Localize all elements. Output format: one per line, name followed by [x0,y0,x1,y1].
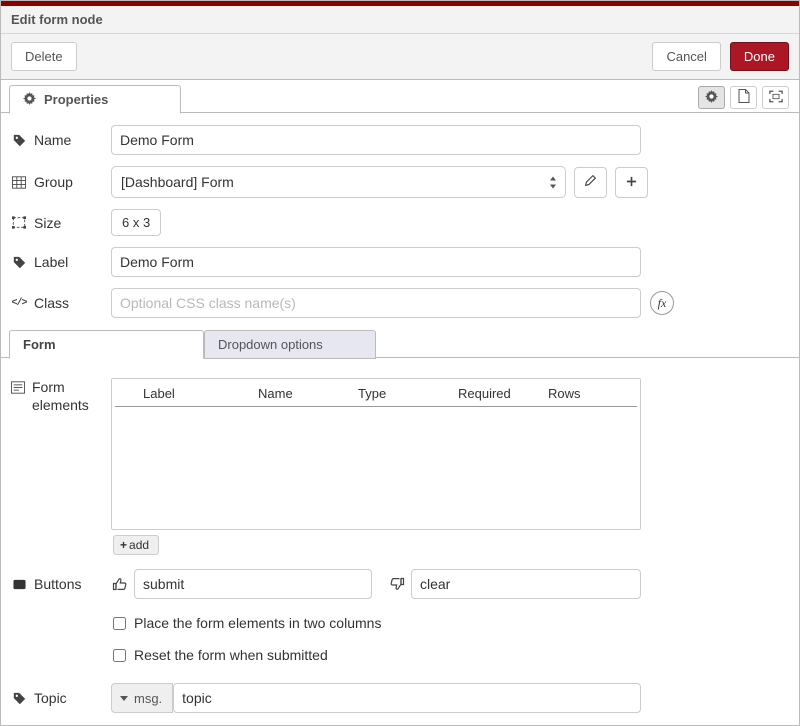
buttons-label-group: Buttons [11,576,111,592]
class-row: </> Class fx [11,288,789,318]
dialog-title: Edit form node [1,1,799,34]
tab-row-icons [698,86,789,109]
code-icon: </> [11,298,27,309]
thumbs-down-icon [388,576,406,592]
add-element-button[interactable]: + add [113,535,159,555]
column-header: Required [458,386,548,401]
form-elements-label-group: Form elements [11,378,111,414]
buttons-label: Buttons [34,576,81,592]
gear-icon [705,90,718,106]
topic-type-button[interactable]: msg. [111,683,173,713]
name-label-group: Name [11,132,111,148]
subtab-form[interactable]: Form [9,330,204,359]
column-header: Label [143,386,258,401]
pencil-icon [584,174,597,190]
tag-icon [11,692,27,705]
class-input[interactable] [111,288,641,318]
topic-label: Topic [34,690,67,706]
size-row: Size 6 x 3 [11,209,789,236]
group-select[interactable]: [Dashboard] Form [111,166,566,198]
topic-typed-input: msg. [111,683,641,713]
label-row: Label [11,247,789,277]
label-label-group: Label [11,254,111,270]
table-icon [11,176,27,189]
class-label-group: </> Class [11,295,111,311]
plus-icon [626,174,637,190]
add-group-button[interactable] [615,167,648,198]
subtab-form-label: Form [23,337,56,352]
form-subtab-row: Form Dropdown options [1,329,799,358]
document-icon [738,89,750,106]
size-label: Size [34,215,61,231]
tag-icon [11,134,27,147]
tag-icon [11,256,27,269]
two-columns-label: Place the form elements in two columns [134,615,381,631]
subtab-dropdown-options[interactable]: Dropdown options [204,330,376,359]
topic-row: Topic msg. [11,683,789,713]
node-description-button[interactable] [730,86,757,109]
gear-icon [23,92,36,108]
tab-properties-label: Properties [44,92,108,107]
button-icon [11,578,27,591]
class-label: Class [34,295,69,311]
topic-label-group: Topic [11,690,111,706]
appearance-icon [769,90,783,106]
delete-button[interactable]: Delete [11,42,77,71]
properties-content: Name Group [Dashboard] Form [1,113,799,318]
form-elements-list[interactable]: Label Name Type Required Rows [111,378,641,530]
node-appearance-button[interactable] [762,86,789,109]
name-row: Name [11,125,789,155]
toolbar-right: Cancel Done [652,42,789,71]
fx-badge[interactable]: fx [650,291,674,315]
edit-group-button[interactable] [574,167,607,198]
select-arrows-icon [549,176,557,192]
reset-option: Reset the form when submitted [113,647,789,663]
clear-button-label-input[interactable] [411,569,641,599]
form-elements-row: Form elements Label Name Type Required R… [11,378,789,555]
name-input[interactable] [111,125,641,155]
chevron-down-icon [120,696,128,701]
size-label-group: Size [11,215,111,231]
thumbs-up-icon [111,576,129,592]
subtab-dropdown-options-label: Dropdown options [218,337,323,352]
two-columns-option: Place the form elements in two columns [113,615,789,631]
name-label: Name [34,132,71,148]
plus-icon: + [120,538,127,552]
topic-type-label: msg. [134,691,162,706]
form-elements-editor: Label Name Type Required Rows + add [111,378,641,555]
topic-input[interactable] [173,683,641,713]
reset-label: Reset the form when submitted [134,647,328,663]
cancel-button[interactable]: Cancel [652,42,720,71]
node-settings-button[interactable] [698,86,725,109]
buttons-row: Buttons [11,569,789,599]
label-label: Label [34,254,68,270]
column-header: Type [358,386,458,401]
form-elements-headers: Label Name Type Required Rows [115,379,637,407]
group-row: Group [Dashboard] Form [11,166,789,198]
form-icon [11,380,25,398]
column-header: Name [258,386,358,401]
label-input[interactable] [111,247,641,277]
group-label-group: Group [11,174,111,190]
submit-button-label-input[interactable] [134,569,372,599]
editor-tab-row: Properties [1,84,799,113]
size-button[interactable]: 6 x 3 [111,209,161,236]
done-button[interactable]: Done [730,42,789,71]
tab-properties[interactable]: Properties [9,85,181,114]
group-label: Group [34,174,73,190]
group-select-value: [Dashboard] Form [121,174,234,190]
reset-checkbox[interactable] [113,649,126,662]
column-header: Rows [548,386,627,401]
form-elements-label: Form elements [32,378,111,414]
two-columns-checkbox[interactable] [113,617,126,630]
resize-icon [11,216,27,229]
edit-form-node-dialog: Edit form node Delete Cancel Done Proper… [0,0,800,726]
add-element-label: add [129,538,149,552]
dialog-toolbar: Delete Cancel Done [1,34,799,80]
